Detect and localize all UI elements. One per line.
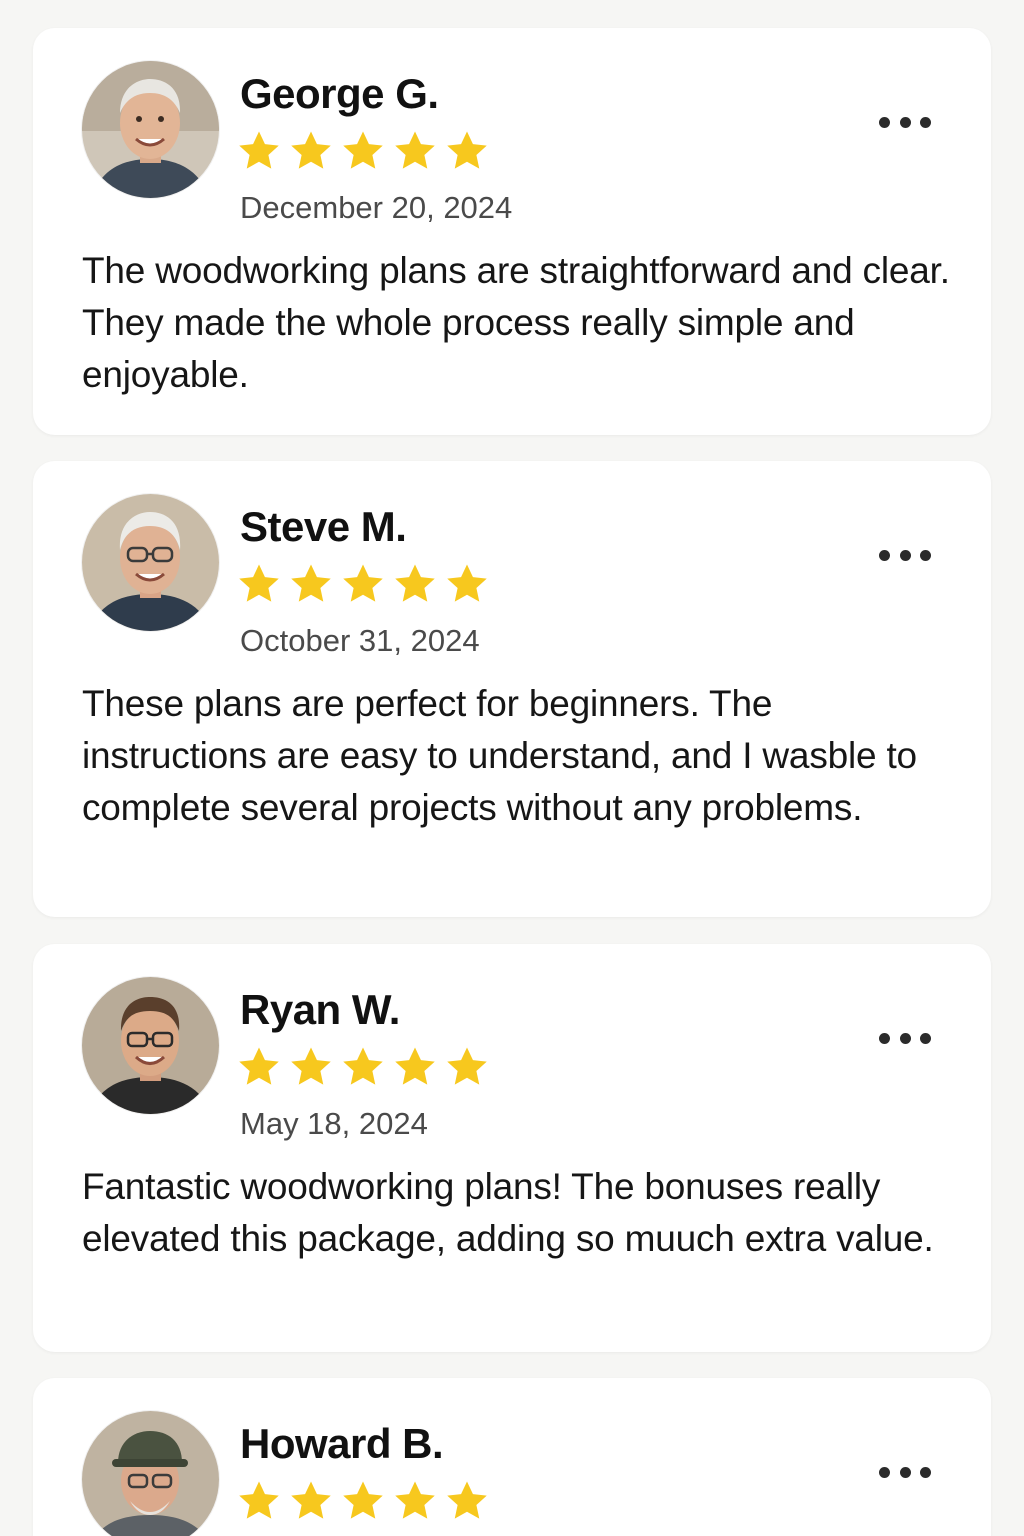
more-options-button[interactable] [879, 541, 931, 569]
more-options-icon [879, 116, 890, 128]
star-rating [236, 561, 490, 607]
star-icon [291, 1047, 331, 1085]
review-text: The woodworking plans are straightforwar… [82, 250, 950, 395]
reviewer-name: George G. [240, 70, 439, 117]
star-icon [343, 564, 383, 602]
review-text: Fantastic woodworking plans! The bonuses… [82, 1166, 934, 1259]
star-icon [395, 564, 435, 602]
avatar [82, 977, 219, 1114]
more-options-icon [879, 1466, 890, 1478]
review-card: Steve M. October 31, 2024 These plans ar… [33, 461, 991, 917]
star-icon [395, 1481, 435, 1519]
star-rating [236, 1478, 490, 1524]
star-icon [395, 1047, 435, 1085]
star-rating [236, 1044, 490, 1090]
review-date: May 18, 2024 [240, 1106, 428, 1141]
review-card: Howard B. [33, 1378, 991, 1536]
more-options-button[interactable] [879, 1024, 931, 1052]
star-icon [343, 1047, 383, 1085]
star-icon [447, 1047, 487, 1085]
star-icon [291, 131, 331, 169]
star-icon [395, 131, 435, 169]
reviewer-name: Howard B. [240, 1420, 444, 1467]
star-icon [447, 1481, 487, 1519]
more-options-button[interactable] [879, 1458, 931, 1486]
reviewer-name: Steve M. [240, 503, 407, 550]
reviewer-name: Ryan W. [240, 986, 400, 1033]
review-date: October 31, 2024 [240, 623, 480, 658]
star-icon [447, 564, 487, 602]
reviews-feed: George G. December 20, 2024 The woodwork… [0, 0, 1024, 1536]
star-icon [343, 131, 383, 169]
review-card: George G. December 20, 2024 The woodwork… [33, 28, 991, 435]
star-icon [239, 131, 279, 169]
avatar [82, 494, 219, 631]
star-icon [343, 1481, 383, 1519]
avatar [82, 1411, 219, 1536]
more-options-icon [879, 1032, 890, 1044]
more-options-button[interactable] [879, 108, 931, 136]
star-icon [291, 564, 331, 602]
star-icon [239, 1047, 279, 1085]
star-icon [291, 1481, 331, 1519]
review-date: December 20, 2024 [240, 190, 513, 225]
star-rating [236, 128, 490, 174]
star-icon [239, 564, 279, 602]
review-card: Ryan W. May 18, 2024 Fantastic woodworki… [33, 944, 991, 1352]
review-text: These plans are perfect for beginners. T… [82, 683, 917, 828]
star-icon [447, 131, 487, 169]
more-options-icon [879, 549, 890, 561]
avatar [82, 61, 219, 198]
star-icon [239, 1481, 279, 1519]
